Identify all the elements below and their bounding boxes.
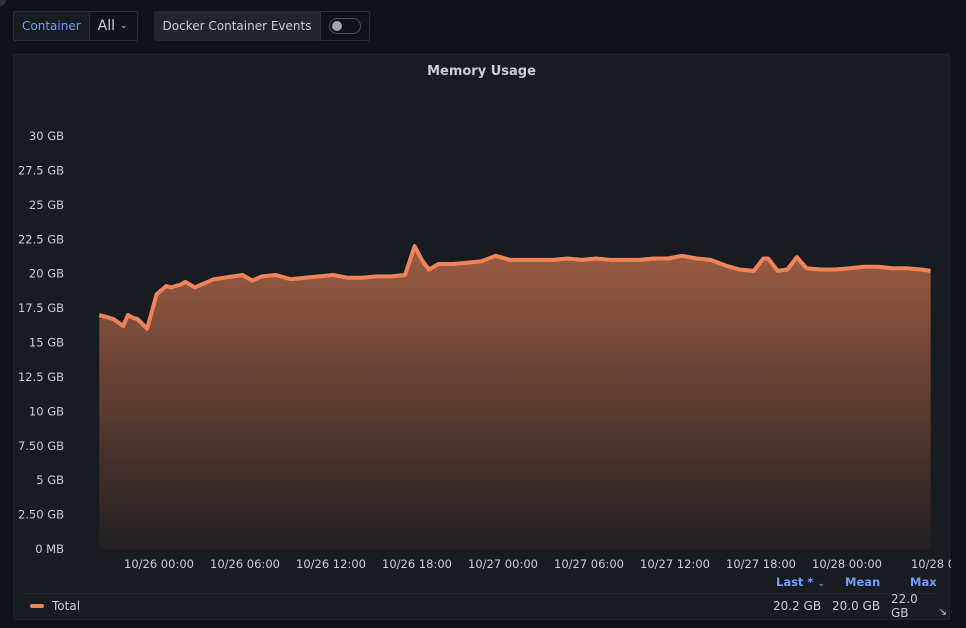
variables-toolbar: Container All ⌄ Docker Container Events xyxy=(13,11,371,41)
legend-mean-value: 20.0 GB xyxy=(832,599,881,613)
container-variable-label: Container xyxy=(13,11,90,41)
docker-events-toggle-wrapper xyxy=(320,11,371,41)
legend-last-value: 20.2 GB xyxy=(773,599,822,613)
y-tick-label: 7.50 GB xyxy=(18,439,64,453)
legend-swatch xyxy=(30,604,44,608)
y-tick-label: 25 GB xyxy=(29,198,64,212)
y-tick-label: 22.5 GB xyxy=(18,232,64,246)
x-tick-label: 10/26 06:00 xyxy=(210,557,280,571)
container-variable-value: All xyxy=(97,18,115,34)
x-tick-label: 10/26 00:00 xyxy=(124,557,194,571)
legend-header-mean[interactable]: Mean xyxy=(845,575,880,589)
legend-header-max[interactable]: Max xyxy=(910,575,937,589)
legend-header-last-label: Last * xyxy=(776,575,814,589)
y-tick-label: 2.50 GB xyxy=(18,508,64,522)
x-tick-label: 10/26 12:00 xyxy=(296,557,366,571)
x-tick-label: 10/28 00:00 xyxy=(812,557,882,571)
chevron-down-icon: ⌄ xyxy=(817,579,826,589)
legend-max-value: 22.0 GB xyxy=(891,592,918,620)
y-tick-label: 15 GB xyxy=(29,336,64,350)
legend-header-last[interactable]: Last * ⌄ xyxy=(776,575,825,589)
y-tick-label: 0 MB xyxy=(35,542,64,556)
x-tick-label: 10/26 18:00 xyxy=(382,557,452,571)
x-tick-label: 10/27 00:00 xyxy=(468,557,538,571)
docker-events-label: Docker Container Events xyxy=(153,11,321,41)
docker-events-toggle[interactable] xyxy=(329,18,362,34)
y-tick-label: 12.5 GB xyxy=(18,370,64,384)
corner-indicator xyxy=(0,0,6,6)
y-tick-label: 20 GB xyxy=(29,267,64,281)
y-tick-label: 17.5 GB xyxy=(18,301,64,315)
y-tick-label: 5 GB xyxy=(36,473,64,487)
memory-usage-chart[interactable]: 0 MB 2.50 GB 5 GB 7.50 GB 10 GB 12.5 GB 15 GB 1… xyxy=(14,55,951,575)
y-tick-label: 27.5 GB xyxy=(18,163,64,177)
legend-row[interactable]: Total 20.2 GB 20.0 GB 22.0 GB xyxy=(24,592,939,620)
legend-series-name: Total xyxy=(52,599,81,613)
x-tick-label: 10/27 18:00 xyxy=(726,557,796,571)
memory-usage-panel: Memory Usage 0 MB 2.50 GB 5 GB 7.50 GB 10 GB… xyxy=(13,54,951,620)
container-variable-select[interactable]: All ⌄ xyxy=(89,11,138,41)
x-tick-label: 10/27 06:00 xyxy=(554,557,624,571)
toggle-knob xyxy=(332,21,343,31)
y-tick-label: 10 GB xyxy=(29,404,64,418)
x-tick-label: 10/27 12:00 xyxy=(640,557,710,571)
chevron-down-icon: ⌄ xyxy=(120,21,128,31)
series-total-area xyxy=(99,246,931,549)
panel-resize-icon[interactable]: ↘ xyxy=(939,607,947,618)
x-tick-label: 10/28 0 xyxy=(911,557,951,571)
y-tick-label: 30 GB xyxy=(29,129,64,143)
